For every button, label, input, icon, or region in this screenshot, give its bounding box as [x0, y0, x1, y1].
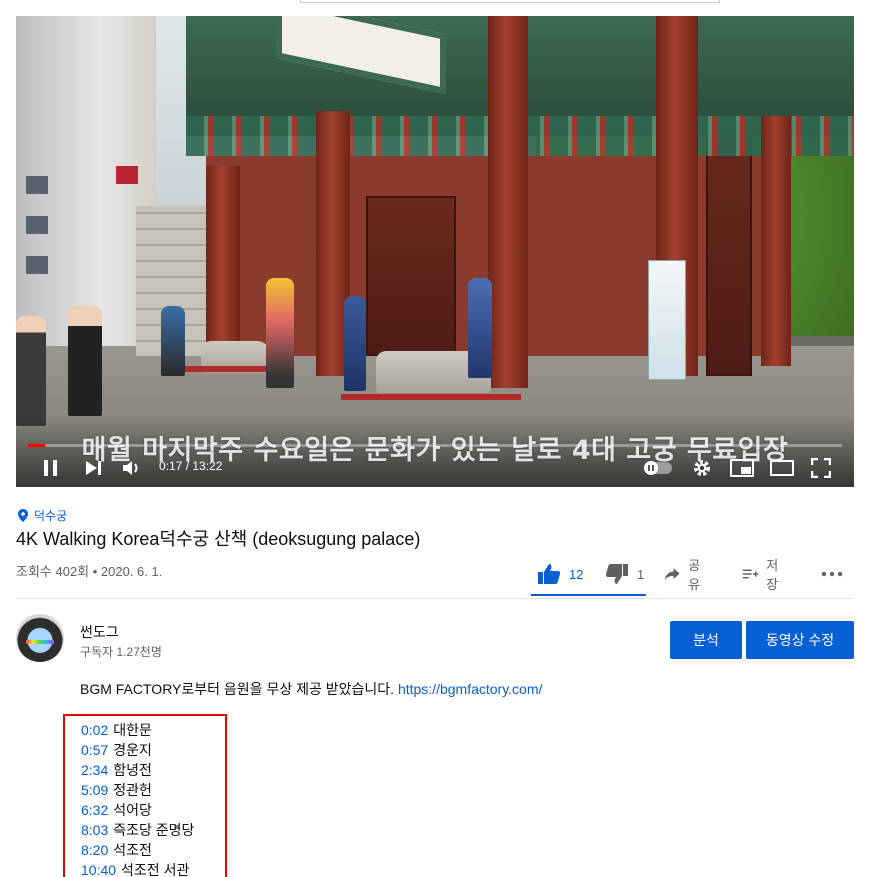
chapter-timestamp[interactable]: 0:57 [81, 742, 108, 758]
chapter-timestamp[interactable]: 2:34 [81, 762, 108, 778]
volume-button[interactable] [120, 457, 144, 479]
chapter-label: 석조전 서관 [121, 862, 190, 877]
channel-avatar[interactable] [16, 614, 64, 662]
share-label: 공유 [688, 558, 701, 592]
save-label: 저장 [766, 558, 779, 592]
chapter-item: 0:57 경운지 [81, 740, 152, 760]
more-horizontal-icon [821, 571, 843, 577]
chapter-timestamp[interactable]: 0:02 [81, 722, 108, 738]
pedestrian-figure [68, 306, 102, 416]
chapter-item: 5:09 정관헌 [81, 780, 152, 800]
location-tag[interactable]: 덕수궁 [18, 507, 67, 524]
skip-next-icon [86, 461, 101, 475]
dislike-button[interactable]: 1 [605, 554, 644, 594]
fullscreen-icon [811, 458, 831, 478]
more-actions-button[interactable] [821, 554, 843, 594]
chapter-label: 석어당 [113, 802, 152, 818]
chapter-item: 2:34 함녕전 [81, 760, 152, 780]
chapter-label: 함녕전 [113, 762, 152, 778]
like-count: 12 [569, 566, 584, 582]
thumbs-down-icon [605, 564, 628, 584]
pillar [488, 16, 528, 388]
guard-figure [266, 278, 294, 388]
description: BGM FACTORY로부터 음원을 무상 제공 받았습니다. https://… [80, 679, 542, 699]
playlist-add-icon [742, 569, 759, 579]
share-icon [664, 568, 680, 580]
video-title: 4K Walking Korea덕수궁 산책 (deoksugung palac… [16, 529, 421, 549]
pause-mini-icon [648, 465, 654, 471]
guard-figure [468, 278, 492, 378]
channel-name[interactable]: 썬도그 [80, 622, 119, 642]
fullscreen-button[interactable] [810, 457, 832, 479]
chapter-label: 정관헌 [113, 782, 152, 798]
chapter-label: 경운지 [113, 742, 152, 758]
scene-building [16, 16, 156, 356]
chapter-item: 8:20 석조전 [81, 840, 152, 860]
video-meta: 조회수 402회 • 2020. 6. 1. [16, 564, 163, 579]
autoplay-knob [644, 461, 658, 475]
thumbs-up-icon [538, 564, 561, 584]
chapter-timestamp[interactable]: 10:40 [81, 862, 116, 877]
like-ratio-bar [531, 594, 646, 596]
chapter-timestamp[interactable]: 8:20 [81, 842, 108, 858]
guard-figure [344, 296, 366, 391]
gate-side-door [706, 126, 752, 376]
like-button[interactable]: 12 [537, 554, 583, 594]
pillar [761, 116, 791, 366]
progress-bar[interactable] [28, 444, 842, 447]
pillar [206, 166, 240, 366]
chapter-item: 6:32 석어당 [81, 800, 152, 820]
divider [16, 598, 854, 599]
volume-icon [123, 461, 138, 475]
chapter-item: 0:02 대한문 [81, 720, 152, 740]
miniplayer-button[interactable] [729, 457, 755, 479]
subscriber-count: 구독자 1.27천명 [80, 645, 162, 659]
progress-played [28, 444, 46, 447]
save-button[interactable]: 저장 [742, 554, 784, 594]
dislike-count: 1 [637, 566, 645, 582]
chapter-label: 즉조당 준명당 [113, 822, 195, 838]
chapter-timestamp[interactable]: 5:09 [81, 782, 108, 798]
video-player[interactable]: 매월 마지막주 수요일은 문화가 있는 날로 4대 고궁 무료입장 0:17 /… [16, 16, 854, 487]
top-bar [0, 0, 869, 16]
chapter-timestamp[interactable]: 6:32 [81, 802, 108, 818]
chapter-list-highlight: 0:02 대한문 0:57 경운지 2:34 함녕전 5:09 정관헌 6:32 석어당 8:03 즉… [63, 714, 227, 877]
info-banner [648, 260, 686, 380]
gate-door [366, 196, 456, 356]
chapter-timestamp[interactable]: 8:03 [81, 822, 108, 838]
theater-icon [770, 460, 794, 476]
description-text: BGM FACTORY로부터 음원을 무상 제공 받았습니다. [80, 681, 395, 697]
theater-mode-button[interactable] [769, 457, 795, 479]
chapter-item: 8:03 즉조당 준명당 [81, 820, 194, 840]
pedestrian-figure [161, 306, 185, 376]
gear-icon [694, 460, 710, 476]
settings-button[interactable] [690, 457, 714, 479]
time-display: 0:17 / 13:22 [159, 459, 223, 473]
pause-icon [44, 460, 57, 476]
analytics-button[interactable]: 분석 [670, 621, 742, 659]
search-box-edge[interactable] [300, 0, 720, 3]
description-link[interactable]: https://bgmfactory.com/ [398, 681, 542, 697]
next-button[interactable] [82, 457, 106, 479]
miniplayer-icon [730, 459, 754, 477]
location-pin-icon [18, 509, 28, 522]
chapter-item: 10:40 석조전 서관 [81, 860, 189, 877]
chapter-label: 대한문 [113, 722, 152, 738]
autoplay-toggle[interactable] [644, 461, 672, 475]
location-label: 덕수궁 [34, 509, 68, 523]
chapter-label: 석조전 [113, 842, 152, 858]
pedestrian-figure [16, 316, 46, 426]
share-button[interactable]: 공유 [664, 554, 706, 594]
pause-button[interactable] [38, 457, 64, 479]
rope-fence [341, 394, 521, 400]
edit-video-button[interactable]: 동영상 수정 [746, 621, 854, 659]
